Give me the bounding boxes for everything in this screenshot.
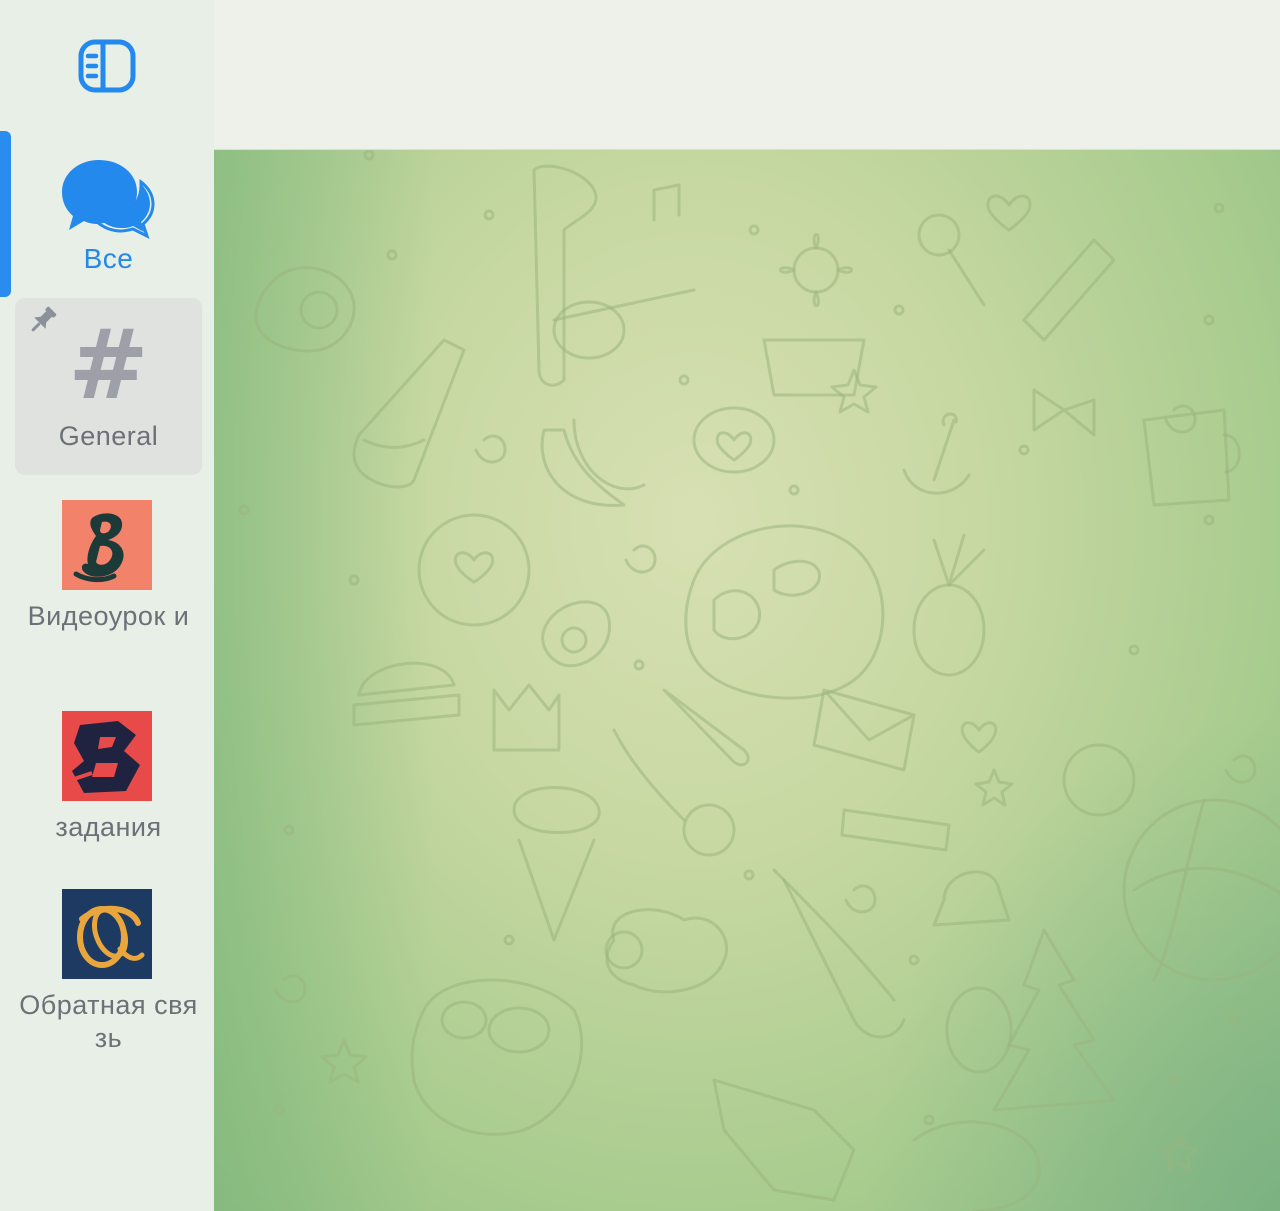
folder-all-label: Все — [83, 243, 134, 274]
letter-b-dark-logo — [62, 711, 152, 801]
hash-icon: # — [68, 309, 149, 421]
folder-feedback[interactable]: Обратная связь — [15, 889, 202, 1059]
doodle-pattern — [238, 150, 1280, 1211]
active-folder-indicator — [0, 131, 11, 297]
folder-all[interactable]: Все — [15, 140, 202, 290]
app-window: Все # General Видеоурок и задания Обратн… — [0, 0, 1280, 1211]
sidebar-toggle-button[interactable] — [74, 36, 140, 96]
sidebar-toggle-icon — [78, 39, 136, 93]
folders-sidebar: Все # General Видеоурок и задания Обратн… — [0, 0, 214, 1211]
folder-video-lessons-label: Видеоурок и — [27, 601, 190, 631]
chat-bubbles-icon — [59, 152, 159, 242]
chat-background — [214, 150, 1280, 1211]
folder-feedback-label: Обратная связь — [19, 990, 198, 1053]
folder-general[interactable]: # General — [15, 298, 202, 475]
folder-video-lessons[interactable]: Видеоурок и — [15, 500, 202, 670]
folder-tasks[interactable]: задания — [15, 711, 202, 851]
chat-header — [214, 0, 1280, 150]
folder-general-label: General — [58, 421, 159, 451]
swirl-logo — [62, 889, 152, 979]
folder-tasks-label: задания — [55, 812, 162, 842]
letter-b-logo — [62, 500, 152, 590]
